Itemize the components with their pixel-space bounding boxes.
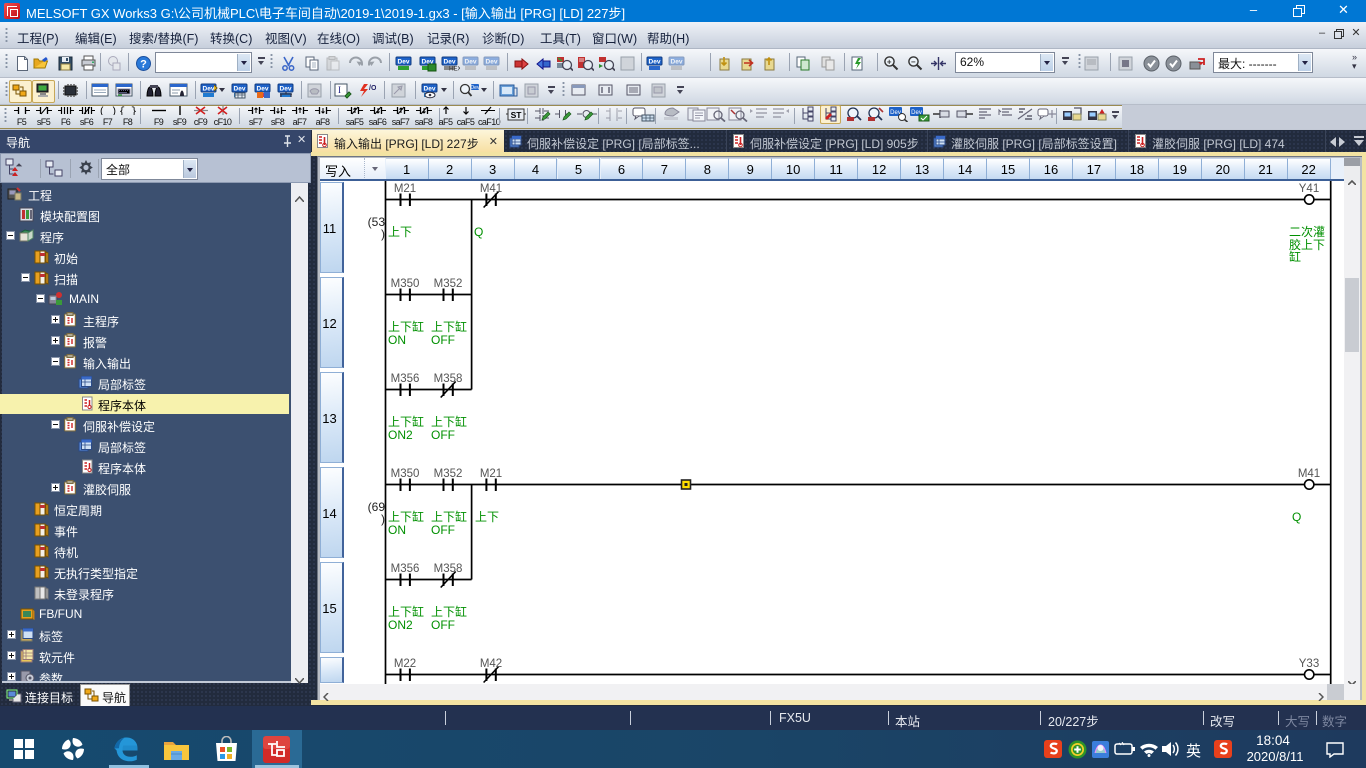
svg-text:HEX: HEX xyxy=(449,67,460,73)
svg-text:+: + xyxy=(887,58,892,67)
svg-text:Dev: Dev xyxy=(424,86,436,93)
svg-text:/O: /O xyxy=(369,85,376,92)
svg-text:Dev: Dev xyxy=(671,59,683,66)
svg-text:?: ? xyxy=(140,59,147,71)
svg-text:Dev: Dev xyxy=(234,86,246,93)
svg-text:( ): ( ) xyxy=(99,106,117,115)
svg-text:Dev: Dev xyxy=(203,86,215,93)
svg-text:Dev: Dev xyxy=(649,59,661,66)
svg-text:Dev: Dev xyxy=(471,85,480,91)
svg-text:Dev: Dev xyxy=(257,86,269,93)
svg-text:Dev: Dev xyxy=(465,59,477,66)
svg-text:Dev: Dev xyxy=(444,59,456,66)
svg-text:Dev: Dev xyxy=(486,59,498,66)
svg-text:Dev: Dev xyxy=(280,86,292,93)
svg-text:Dev: Dev xyxy=(398,59,410,66)
svg-text:I: I xyxy=(338,85,341,95)
svg-text:ST: ST xyxy=(511,110,523,120)
svg-text:−: − xyxy=(911,58,916,67)
svg-text:{ }: { } xyxy=(119,106,137,115)
